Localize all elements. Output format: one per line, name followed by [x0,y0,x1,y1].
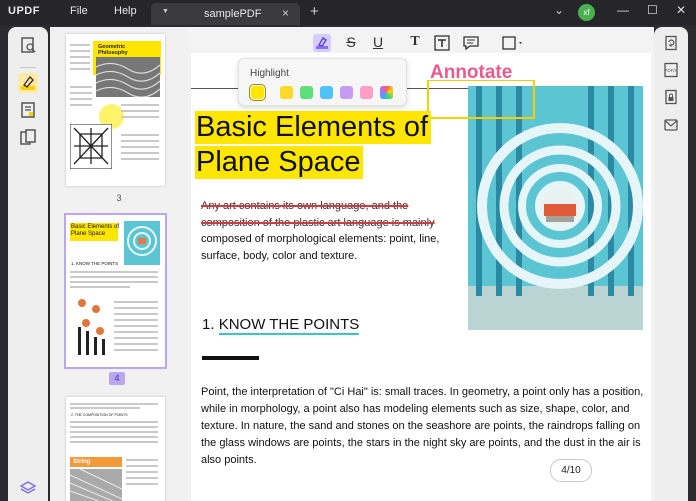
thumb-heading: Basic Elements of Plane Space [71,224,120,237]
paragraph-line-5: also points. [201,454,257,466]
app-logo: UPDF [8,5,40,17]
menu-help[interactable]: Help [114,5,137,17]
menu-file[interactable]: File [70,5,88,17]
callout-leader-vertical-2 [533,80,535,118]
thumbnail-panel: Geometric Philosophy 3 Basic Elements of… [50,27,188,501]
protect-icon[interactable] [663,89,679,105]
right-tool-rail: PDF/A [654,27,688,501]
user-avatar[interactable]: xf [578,4,595,21]
rail-divider [20,67,36,68]
strikethrough-line-2[interactable]: composition of the plastic art language … [201,217,435,229]
thumb-wave-image [96,57,160,97]
text-tool-icon[interactable]: T [407,34,423,52]
color-swatch-gold[interactable] [280,86,293,99]
paragraph-line-2: while in morphology, a point also has mo… [201,403,630,415]
pdfa-icon[interactable]: PDF/A [663,62,679,78]
svg-text:PDF/A: PDF/A [664,68,677,73]
tab-caret-icon[interactable]: ▼ [162,8,169,15]
strikethrough-line-1[interactable]: Any art contains its own language, and t… [201,200,408,212]
thumb-section-2: 2. THE COMPOSITION OF POINTS [71,413,128,417]
thumbnail-view-icon[interactable] [18,35,38,55]
thumbnail-page-number: 3 [116,193,122,203]
color-swatch-pink[interactable] [360,86,373,99]
thumb-section: 1. KNOW THE POINTS [71,261,119,266]
section-heading: 1. KNOW THE POINTS [202,316,360,335]
text-box-tool-icon[interactable] [433,34,451,52]
section-number: 1. [202,316,215,333]
doc-heading-line-1[interactable]: Basic Elements of [195,111,432,144]
highlight-tool-icon[interactable] [313,34,331,52]
highlight-color-popup: Highlight [238,58,407,106]
callout-leader-horizontal [427,117,535,119]
mail-icon[interactable] [663,117,679,133]
thumb-string-image [70,469,122,501]
color-swatch-blue[interactable] [320,86,333,99]
thumbnail-page-5[interactable]: 2. THE COMPOSITION OF POINTS String [66,397,165,501]
section-divider-bar [202,356,259,360]
doc-heading-line-2[interactable]: Plane Space [195,146,364,179]
convert-icon[interactable] [663,35,679,51]
shape-tool-icon[interactable] [500,34,526,52]
title-bar: UPDF File Help ▼ samplePDF × + ⌄ xf — ☐ … [0,0,696,25]
comment-tool-icon[interactable] [462,34,480,52]
paragraph-line-4: the glass windows are points, the stars … [201,437,641,449]
callout-leader-top [427,80,535,81]
thumbnail-page-number-selected: 4 [109,372,125,385]
chevron-down-icon[interactable]: ⌄ [554,3,564,17]
edit-pdf-icon[interactable] [18,100,38,120]
thumb-title: Geometric Philosophy [98,44,128,56]
thumb-geometric-image [70,124,112,169]
close-window-icon[interactable]: ✕ [676,3,686,17]
tab-close-icon[interactable]: × [282,6,289,20]
paragraph-line-1: Point, the interpretation of "Ci Hai" is… [201,386,644,398]
comment-icon[interactable] [18,73,38,93]
left-tool-rail [8,27,48,501]
color-swatch-custom[interactable] [380,86,393,99]
pool-rings-image [468,86,643,330]
underline-tool-icon[interactable]: U [370,34,386,52]
color-swatch-green[interactable] [300,86,313,99]
thumb-pool-image [124,221,160,265]
tab-label: samplePDF [204,8,262,20]
maximize-icon[interactable]: ☐ [647,3,658,17]
strikethrough-tool-icon[interactable]: S [343,34,359,52]
thumb-dots-image [78,299,105,355]
highlight-popup-label: Highlight [250,68,289,79]
thumb-string-label: String [70,457,122,467]
layers-icon[interactable] [18,478,38,498]
paragraph-line-3: texture. In nature, the sand and stones … [201,420,641,432]
body-line-2: surface, body, color and texture. [201,250,358,262]
thumbnail-page-4[interactable]: Basic Elements of Plane Space 1. KNOW TH… [64,213,167,369]
new-tab-icon[interactable]: + [310,3,319,20]
document-tab[interactable]: ▼ samplePDF × [151,3,300,25]
color-swatch-purple[interactable] [340,86,353,99]
thumbnail-page-3[interactable]: Geometric Philosophy [66,34,165,186]
section-title-underlined[interactable]: KNOW THE POINTS [218,316,360,335]
organize-pages-icon[interactable] [18,127,38,147]
minimize-icon[interactable]: — [617,3,629,17]
page-indicator[interactable]: 4/10 [550,459,592,482]
body-line-1: composed of morphological elements: poin… [201,233,440,245]
color-swatch-yellow-selected[interactable] [249,84,266,101]
